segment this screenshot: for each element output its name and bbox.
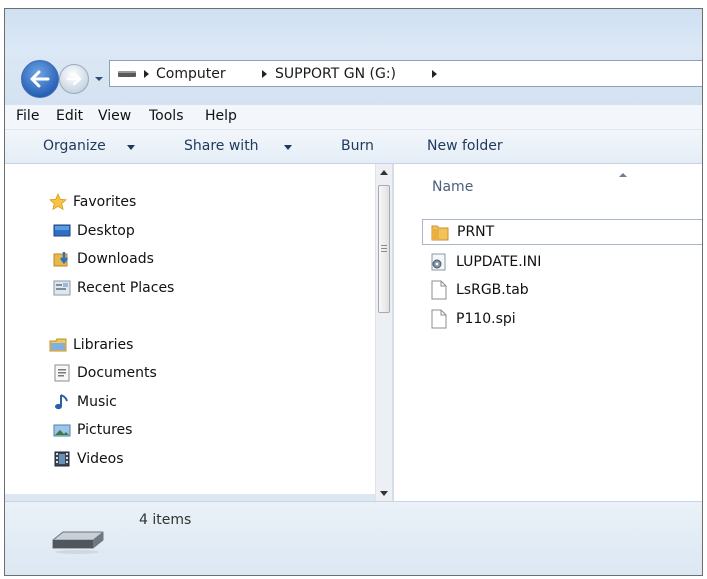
menu-help[interactable]: Help xyxy=(205,108,237,124)
breadcrumb-separator-icon xyxy=(144,70,149,78)
nav-favorites[interactable]: Favorites xyxy=(49,191,136,213)
scrollbar-thumb[interactable] xyxy=(378,185,390,313)
details-pane: 4 items xyxy=(5,501,702,575)
breadcrumb-separator-icon[interactable] xyxy=(432,70,437,78)
item-count: 4 items xyxy=(139,512,192,528)
nav-favorites-label: Favorites xyxy=(73,194,137,210)
breadcrumb-separator-icon[interactable] xyxy=(262,70,267,78)
nav-libraries[interactable]: Libraries xyxy=(49,334,133,356)
file-icon xyxy=(430,280,448,300)
explorer-window: Computer SUPPORT GN (G:) File Edit View … xyxy=(4,8,703,576)
name-column-header[interactable]: Name xyxy=(394,164,702,204)
file-item-lupdate-ini[interactable]: LUPDATE.INI xyxy=(430,249,541,275)
file-item-lsrgb-tab[interactable]: LsRGB.tab xyxy=(430,277,529,303)
desktop-icon xyxy=(53,222,71,240)
music-icon xyxy=(53,393,71,411)
settings-file-icon xyxy=(430,252,448,272)
file-item-prnt[interactable]: PRNT xyxy=(422,219,702,245)
breadcrumb-computer[interactable]: Computer xyxy=(156,66,226,82)
new-folder-button[interactable]: New folder xyxy=(427,138,503,154)
command-bar: Organize Share with Burn New folder xyxy=(5,130,702,164)
recent-pages-dropdown[interactable] xyxy=(94,71,104,85)
menu-file[interactable]: File xyxy=(16,108,39,124)
file-name: P110.spi xyxy=(456,311,516,327)
address-bar[interactable]: Computer SUPPORT GN (G:) xyxy=(109,60,702,87)
drive-icon xyxy=(118,71,136,77)
documents-icon xyxy=(53,364,71,382)
file-item-p110-spi[interactable]: P110.spi xyxy=(430,306,516,332)
nav-item-videos[interactable]: Videos xyxy=(53,448,124,470)
organize-button[interactable]: Organize xyxy=(43,138,106,154)
title-bar xyxy=(5,9,702,55)
forward-button[interactable] xyxy=(59,64,89,94)
scroll-down-icon[interactable] xyxy=(380,491,388,496)
share-with-button[interactable]: Share with xyxy=(184,138,259,154)
menu-tools[interactable]: Tools xyxy=(149,108,184,124)
menu-bar: File Edit View Tools Help xyxy=(5,105,702,130)
nav-item-partial[interactable] xyxy=(49,492,73,494)
nav-libraries-label: Libraries xyxy=(73,337,134,353)
file-name: LUPDATE.INI xyxy=(456,254,542,270)
menu-edit[interactable]: Edit xyxy=(56,108,83,124)
organize-dropdown-icon xyxy=(127,145,135,150)
pictures-icon xyxy=(53,421,71,439)
nav-item-label: Recent Places xyxy=(77,280,175,296)
recent-places-icon xyxy=(53,279,71,297)
nav-item-label: Videos xyxy=(77,451,124,467)
nav-item-music[interactable]: Music xyxy=(53,391,117,413)
nav-item-downloads[interactable]: Downloads xyxy=(53,248,154,270)
nav-item-label: Downloads xyxy=(77,251,154,267)
videos-icon xyxy=(53,450,71,468)
burn-button[interactable]: Burn xyxy=(341,138,374,154)
nav-item-documents[interactable]: Documents xyxy=(53,362,157,384)
chevron-down-icon xyxy=(95,77,103,81)
scroll-up-icon[interactable] xyxy=(380,170,388,175)
back-arrow-icon xyxy=(30,70,50,88)
share-with-dropdown-icon xyxy=(284,145,292,150)
file-name: LsRGB.tab xyxy=(456,282,529,298)
star-icon xyxy=(49,192,67,211)
file-name: PRNT xyxy=(457,224,495,240)
nav-item-label: Desktop xyxy=(77,223,135,239)
breadcrumb-drive[interactable]: SUPPORT GN (G:) xyxy=(275,66,396,82)
grip-icon xyxy=(381,245,387,246)
nav-item-desktop[interactable]: Desktop xyxy=(53,220,135,242)
address-row: Computer SUPPORT GN (G:) xyxy=(5,55,702,105)
menu-view[interactable]: View xyxy=(98,108,131,124)
back-button[interactable] xyxy=(21,60,59,98)
nav-item-label: Music xyxy=(77,394,117,410)
nav-item-pictures[interactable]: Pictures xyxy=(53,419,132,441)
removable-drive-icon xyxy=(52,531,104,554)
navigation-scrollbar[interactable] xyxy=(375,164,393,501)
forward-arrow-icon xyxy=(66,72,82,86)
navigation-pane: Favorites Desktop Downloads Recent Place… xyxy=(5,164,375,494)
downloads-icon xyxy=(53,250,71,268)
sort-ascending-icon xyxy=(619,173,627,177)
file-icon xyxy=(430,309,448,329)
nav-item-label: Pictures xyxy=(77,422,133,438)
nav-item-recent-places[interactable]: Recent Places xyxy=(53,277,174,299)
folder-icon xyxy=(431,222,449,242)
nav-item-label: Documents xyxy=(77,365,157,381)
file-list: Name PRNT LUPDATE.INI LsRGB.tab P110.spi xyxy=(394,164,702,501)
libraries-icon xyxy=(49,336,67,354)
name-column-label: Name xyxy=(432,179,474,195)
